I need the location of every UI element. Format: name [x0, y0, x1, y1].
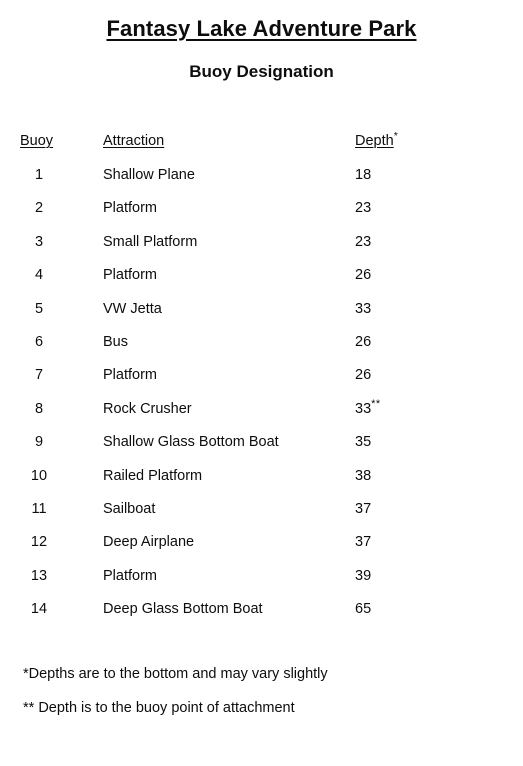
page-title: Fantasy Lake Adventure Park — [106, 16, 417, 41]
depth-number: 37 — [355, 500, 372, 517]
table-row: 7 Platform 26 — [0, 366, 523, 399]
table-row: 14 Deep Glass Bottom Boat 65 — [0, 600, 523, 633]
depth-footnote-marker: ** — [371, 397, 381, 410]
cell-buoy-number: 14 — [30, 601, 48, 618]
cell-attraction-name: Rock Crusher — [103, 400, 192, 417]
table-body: 1 Shallow Plane 18 2 Platform 23 3 Small Platfo… — [0, 166, 523, 633]
depth-number: 23 — [355, 233, 372, 250]
cell-attraction-name: Platform — [103, 567, 157, 584]
footnote: ** Depth is to the buoy point of attachm… — [23, 700, 295, 716]
depth-number: 37 — [355, 534, 372, 551]
cell-attraction-name: Platform — [103, 267, 157, 284]
cell-buoy-number: 11 — [31, 500, 47, 517]
cell-buoy-number: 4 — [34, 267, 44, 284]
cell-attraction-name: Deep Glass Bottom Boat — [103, 601, 263, 618]
table-row: 4 Platform 26 — [0, 266, 523, 299]
cell-buoy-number: 12 — [30, 534, 48, 551]
depth-number: 65 — [355, 601, 372, 618]
cell-buoy-number: 3 — [34, 233, 44, 250]
table-row: 11 Sailboat 37 — [0, 500, 523, 533]
cell-buoy-number: 7 — [34, 367, 44, 384]
cell-depth-value: 39 — [355, 567, 371, 586]
column-header-depth: Depth* — [355, 130, 398, 149]
depth-number: 18 — [355, 167, 372, 183]
document-page: Fantasy Lake Adventure Park Buoy Designa… — [0, 0, 523, 766]
cell-attraction-name: Shallow Plane — [103, 167, 195, 183]
cell-buoy-number: 1 — [34, 167, 44, 183]
cell-attraction-name: Platform — [103, 367, 157, 384]
cell-depth-value: 65 — [355, 600, 371, 619]
cell-buoy-number: 5 — [34, 300, 44, 317]
cell-depth-value: 37 — [355, 500, 371, 519]
column-header-attraction: Attraction — [103, 133, 165, 149]
cell-attraction-name: Platform — [103, 200, 157, 217]
cell-attraction-name: Small Platform — [103, 233, 198, 250]
cell-attraction-name: Deep Airplane — [103, 534, 195, 551]
cell-depth-value: 26 — [355, 366, 371, 385]
table-row: 2 Platform 23 — [0, 199, 523, 232]
footnote: *Depths are to the bottom and may vary s… — [23, 666, 328, 682]
cell-depth-value: 23 — [355, 233, 371, 252]
depth-number: 26 — [355, 267, 372, 284]
cell-depth-value: 38 — [355, 467, 371, 486]
cell-depth-value: 37 — [355, 533, 371, 552]
cell-depth-value: 33 — [355, 300, 371, 319]
cell-depth-value: 33** — [355, 397, 381, 419]
table-row: 5 VW Jetta 33 — [0, 300, 523, 333]
table-row: 1 Shallow Plane 18 — [0, 166, 523, 199]
table-row: 13 Platform 39 — [0, 567, 523, 600]
table-row: 12 Deep Airplane 37 — [0, 533, 523, 566]
page-subtitle: Buoy Designation — [189, 62, 334, 81]
cell-depth-value: 35 — [355, 433, 371, 452]
depth-number: 33 — [355, 300, 372, 317]
cell-buoy-number: 8 — [34, 400, 44, 417]
cell-buoy-number: 13 — [30, 567, 48, 584]
depth-number: 39 — [355, 567, 372, 584]
column-header-buoy: Buoy — [20, 133, 54, 149]
cell-depth-value: 18 — [355, 166, 371, 185]
buoy-designation-table: Buoy Attraction Depth* 1 Shallow Plane 18 2… — [0, 130, 523, 633]
depth-number: 38 — [355, 467, 372, 484]
cell-depth-value: 26 — [355, 266, 371, 285]
depth-footnote-marker: * — [393, 130, 398, 143]
title-block: Fantasy Lake Adventure Park — [0, 16, 523, 42]
footnotes-block: *Depths are to the bottom and may vary s… — [23, 665, 503, 733]
cell-buoy-number: 10 — [30, 467, 48, 484]
cell-attraction-name: Sailboat — [103, 500, 156, 517]
cell-buoy-number: 2 — [34, 200, 44, 217]
table-row: 6 Bus 26 — [0, 333, 523, 366]
depth-number: 23 — [355, 200, 372, 217]
cell-buoy-number: 9 — [34, 434, 44, 451]
depth-number: 26 — [355, 367, 372, 384]
table-row: 10 Railed Platform 38 — [0, 467, 523, 500]
cell-depth-value: 23 — [355, 199, 371, 218]
cell-attraction-name: Railed Platform — [103, 467, 203, 484]
depth-number: 35 — [355, 434, 372, 451]
depth-number: 33 — [355, 400, 372, 417]
cell-attraction-name: Shallow Glass Bottom Boat — [103, 434, 279, 451]
cell-depth-value: 26 — [355, 333, 371, 352]
cell-attraction-name: VW Jetta — [103, 300, 162, 317]
depth-number: 26 — [355, 333, 372, 350]
table-row: 8 Rock Crusher 33** — [0, 397, 523, 433]
cell-attraction-name: Bus — [103, 333, 128, 350]
table-row: 3 Small Platform 23 — [0, 233, 523, 266]
table-row: 9 Shallow Glass Bottom Boat 35 — [0, 433, 523, 466]
cell-buoy-number: 6 — [34, 333, 44, 350]
table-header-row: Buoy Attraction Depth* — [0, 130, 523, 166]
